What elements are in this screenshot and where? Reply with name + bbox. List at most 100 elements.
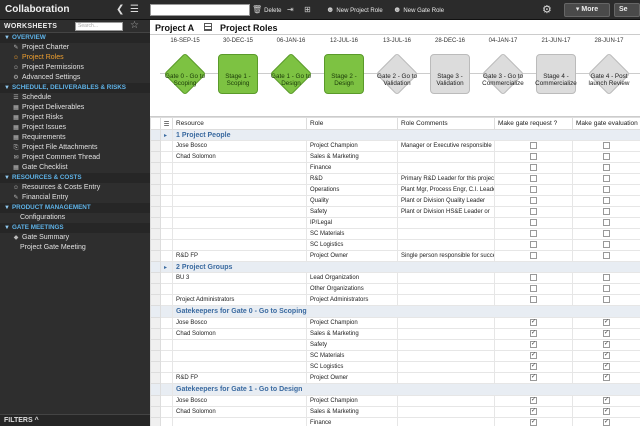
settings-button[interactable]: Se bbox=[614, 3, 640, 17]
resource-cell[interactable]: Jose Bosco bbox=[172, 317, 307, 329]
gate-request-checkbox[interactable]: ✓ bbox=[530, 341, 537, 349]
gate-evaluation-checkbox[interactable] bbox=[603, 197, 610, 205]
role-comment-cell[interactable] bbox=[397, 283, 495, 295]
gate-request-checkbox[interactable]: ✓ bbox=[530, 352, 537, 360]
resource-cell[interactable]: R&D FP bbox=[172, 250, 307, 262]
table-row[interactable]: R&D Primary R&D Leader for this project bbox=[150, 173, 640, 185]
gate-evaluation-checkbox[interactable] bbox=[603, 153, 610, 161]
table-row[interactable]: Chad Solomon Sales & Marketing bbox=[150, 151, 640, 163]
group-row[interactable]: Gatekeepers for Gate 1 - Go to Design bbox=[150, 383, 640, 396]
sidebar-item[interactable]: ✉ Project Comment Thread bbox=[0, 153, 150, 163]
stage-milestone[interactable]: 28-DEC-16 Stage 3 - Validation bbox=[425, 35, 475, 117]
role-comment-cell[interactable] bbox=[397, 406, 495, 418]
sidebar-section-0[interactable]: ▼ OVERVIEW bbox=[0, 33, 150, 43]
sidebar-section-3[interactable]: ▼ PRODUCT MANAGEMENT bbox=[0, 203, 150, 213]
role-cell[interactable]: Other Organizations bbox=[306, 283, 398, 295]
gate-evaluation-checkbox[interactable]: ✓ bbox=[603, 363, 610, 371]
new-project-role-button[interactable]: ☻ New Project Role bbox=[326, 4, 383, 17]
row-expander[interactable]: ▸ bbox=[160, 261, 173, 273]
gate-request-checkbox[interactable]: ✓ bbox=[530, 363, 537, 371]
gate-evaluation-checkbox[interactable] bbox=[603, 230, 610, 238]
gate-request-checkbox[interactable] bbox=[530, 285, 537, 293]
sidebar-item[interactable]: ▦ Project Deliverables bbox=[0, 103, 150, 113]
table-row[interactable]: SC Logistics bbox=[150, 239, 640, 251]
role-cell[interactable]: Operations bbox=[306, 184, 398, 196]
sidebar-item[interactable]: ◆ Gate Summary bbox=[0, 233, 150, 243]
gate-request-checkbox[interactable] bbox=[530, 197, 537, 205]
menu-icon[interactable]: ☰ bbox=[130, 3, 139, 17]
resource-cell[interactable]: Jose Bosco bbox=[172, 140, 307, 152]
group-row[interactable]: ▸ 2 Project Groups bbox=[150, 261, 640, 273]
gate-evaluation-checkbox[interactable]: ✓ bbox=[603, 330, 610, 338]
gate-evaluation-checkbox[interactable] bbox=[603, 164, 610, 172]
gate-evaluation-checkbox[interactable]: ✓ bbox=[603, 341, 610, 349]
sidebar-section-2[interactable]: ▼ RESOURCES & COSTS bbox=[0, 173, 150, 183]
resource-cell[interactable] bbox=[172, 417, 307, 426]
gate-evaluation-checkbox[interactable] bbox=[603, 285, 610, 293]
resource-cell[interactable]: BU 3 bbox=[172, 272, 307, 284]
gate-milestone[interactable]: 16-SEP-15 Gate 0 - Go to Scoping bbox=[160, 35, 210, 117]
role-comment-cell[interactable] bbox=[397, 239, 495, 251]
table-row[interactable]: Chad Solomon Sales & Marketing ✓ ✓ bbox=[150, 406, 640, 418]
row-gutter[interactable] bbox=[150, 395, 161, 407]
gate-request-checkbox[interactable]: ✓ bbox=[530, 319, 537, 327]
filters-bar[interactable]: FILTERS ^ bbox=[0, 414, 150, 426]
row-gutter[interactable] bbox=[150, 250, 161, 262]
role-comment-cell[interactable] bbox=[397, 151, 495, 163]
sidebar-item[interactable]: ✎ Financial Entry bbox=[0, 193, 150, 203]
table-row[interactable]: BU 3 Lead Organization bbox=[150, 272, 640, 284]
row-gutter[interactable] bbox=[150, 151, 161, 163]
role-cell[interactable]: SC Logistics bbox=[306, 239, 398, 251]
row-gutter[interactable] bbox=[150, 317, 161, 329]
table-row[interactable]: SC Materials bbox=[150, 228, 640, 240]
gate-request-checkbox[interactable] bbox=[530, 164, 537, 172]
row-gutter[interactable] bbox=[150, 162, 161, 174]
table-row[interactable]: Project Administrators Project Administra… bbox=[150, 294, 640, 306]
gate-evaluation-checkbox[interactable] bbox=[603, 219, 610, 227]
resource-cell[interactable] bbox=[172, 339, 307, 351]
role-cell[interactable]: Lead Organization bbox=[306, 272, 398, 284]
row-gutter[interactable] bbox=[150, 261, 161, 273]
resource-cell[interactable]: R&D FP bbox=[172, 372, 307, 384]
role-cell[interactable]: Safety bbox=[306, 206, 398, 218]
row-gutter[interactable] bbox=[150, 305, 161, 318]
gate-request-checkbox[interactable]: ✓ bbox=[530, 419, 537, 426]
sidebar-item[interactable]: Project Gate Meeting bbox=[0, 243, 150, 253]
resource-cell[interactable]: Chad Solomon bbox=[172, 151, 307, 163]
column-header-role-comments[interactable]: Role Comments bbox=[397, 117, 495, 130]
gate-evaluation-checkbox[interactable]: ✓ bbox=[603, 319, 610, 327]
role-cell[interactable]: Sales & Marketing bbox=[306, 328, 398, 340]
role-comment-cell[interactable] bbox=[397, 294, 495, 306]
table-row[interactable]: Jose Bosco Project Champion ✓ ✓ bbox=[150, 395, 640, 407]
role-comment-cell[interactable] bbox=[397, 272, 495, 284]
sidebar-item[interactable]: ⚙ Advanced Settings bbox=[0, 73, 150, 83]
row-expander[interactable] bbox=[160, 383, 173, 396]
role-cell[interactable]: Sales & Marketing bbox=[306, 406, 398, 418]
role-cell[interactable]: Quality bbox=[306, 195, 398, 207]
role-cell[interactable]: Project Administrators bbox=[306, 294, 398, 306]
role-comment-cell[interactable] bbox=[397, 372, 495, 384]
gate-request-checkbox[interactable] bbox=[530, 219, 537, 227]
column-header-gate-request[interactable]: Make gate request ? bbox=[494, 117, 573, 130]
table-row[interactable]: Other Organizations bbox=[150, 283, 640, 295]
role-cell[interactable]: Finance bbox=[306, 162, 398, 174]
group-row[interactable]: Gatekeepers for Gate 0 - Go to Scoping bbox=[150, 305, 640, 318]
project-name[interactable]: Project A bbox=[155, 23, 194, 33]
row-gutter[interactable] bbox=[150, 406, 161, 418]
row-gutter[interactable] bbox=[150, 129, 161, 141]
gate-evaluation-checkbox[interactable] bbox=[603, 208, 610, 216]
resource-cell[interactable] bbox=[172, 206, 307, 218]
role-cell[interactable]: Sales & Marketing bbox=[306, 151, 398, 163]
columns-button[interactable]: ⊞ bbox=[304, 4, 313, 17]
sidebar-item[interactable]: ☺ Project Roles bbox=[0, 53, 150, 63]
row-gutter[interactable] bbox=[150, 383, 161, 396]
new-gate-role-button[interactable]: ☻ New Gate Role bbox=[393, 4, 444, 17]
role-comment-cell[interactable] bbox=[397, 317, 495, 329]
resource-cell[interactable]: Chad Solomon bbox=[172, 406, 307, 418]
stage-milestone[interactable]: 21-JUN-17 Stage 4 - Commercialize bbox=[531, 35, 581, 117]
resource-cell[interactable]: Project Administrators bbox=[172, 294, 307, 306]
gate-evaluation-checkbox[interactable] bbox=[603, 274, 610, 282]
role-comment-cell[interactable]: Manager or Executive responsible bbox=[397, 140, 495, 152]
more-button[interactable]: ▾ More bbox=[564, 3, 610, 17]
role-comment-cell[interactable] bbox=[397, 228, 495, 240]
